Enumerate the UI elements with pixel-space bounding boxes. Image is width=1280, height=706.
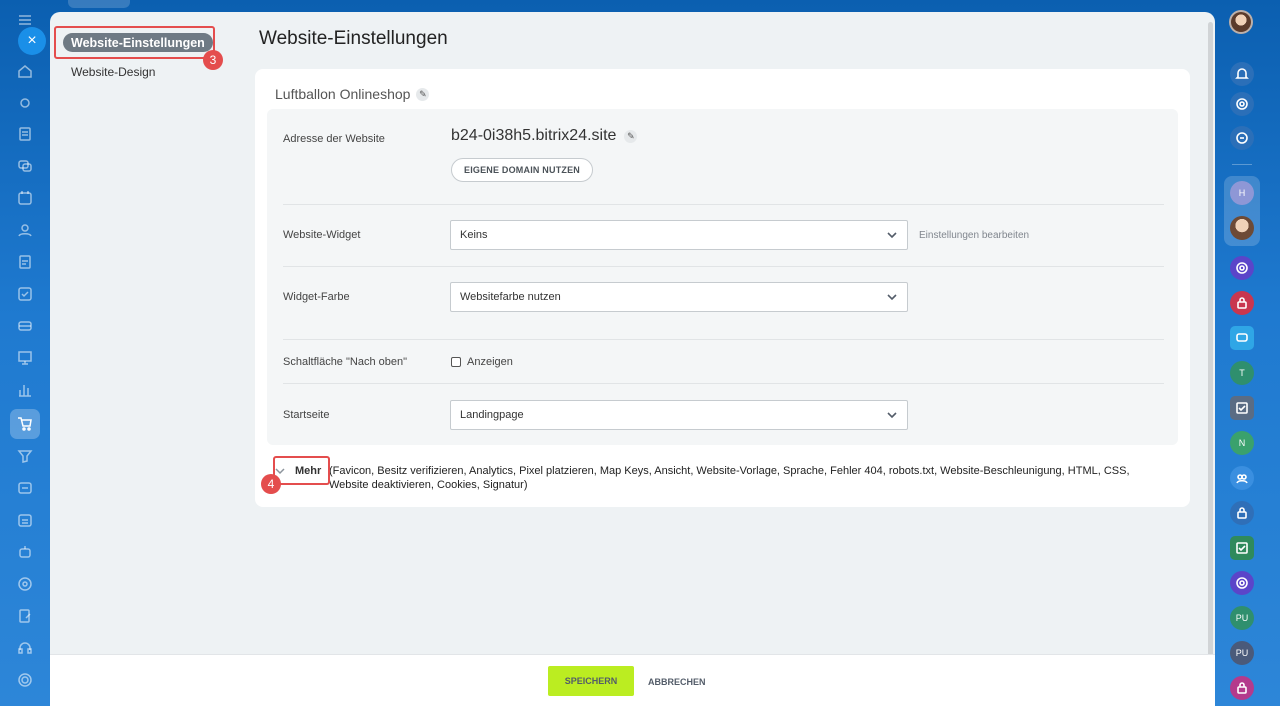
chart-icon[interactable] [13,378,37,402]
pencil-icon[interactable]: ✎ [416,87,430,101]
widget-color-value: Websitefarbe nutzen [460,291,561,303]
cancel-button[interactable]: ABBRECHEN [648,677,706,687]
task-icon[interactable] [1230,396,1254,420]
media-icon[interactable] [13,476,37,500]
pencil-icon[interactable]: ✎ [624,129,638,143]
target-chat-icon[interactable] [1230,256,1254,280]
group-chat-icon[interactable] [1230,466,1254,490]
presentation-icon[interactable] [13,346,37,370]
lock-icon-2[interactable] [1230,501,1254,525]
checkbox-label: Anzeigen [467,356,513,368]
funnel-icon[interactable] [13,444,37,468]
settings-card: Luftballon Onlineshop ✎ Adresse der Webs… [255,69,1190,507]
widget-color-label: Widget-Farbe [283,291,350,303]
chat-avatar-t[interactable]: T [1230,361,1254,385]
page-title: Website-Einstellungen [259,28,448,49]
side-nav-item-website-design[interactable]: Website-Design [71,65,155,79]
step-badge-3: 3 [203,50,223,70]
home-icon[interactable] [13,59,37,83]
address-value: b24-0i38h5.bitrix24.site ✎ [451,127,638,145]
save-button[interactable]: SPEICHERN [548,666,634,696]
widget-select[interactable]: Keins [450,220,908,250]
site-name: Luftballon Onlineshop ✎ [275,86,430,102]
calendar-icon[interactable] [13,186,37,210]
target-icon[interactable] [1230,92,1254,116]
highlight-box-step-4 [273,456,330,485]
card-icon[interactable] [13,314,37,338]
address-text: b24-0i38h5.bitrix24.site [451,127,617,144]
top-tab[interactable] [68,0,130,8]
file-icon[interactable] [13,250,37,274]
search-chat-icon[interactable] [1230,126,1254,150]
chat-avatar-n[interactable]: N [1230,431,1254,455]
widget-color-select[interactable]: Websitefarbe nutzen [450,282,908,312]
settings-icon[interactable] [13,668,37,692]
divider [283,383,1164,384]
lock-icon-3[interactable] [1230,676,1254,700]
widget-settings-link[interactable]: Einstellungen bearbeiten [919,230,1029,241]
settings-inner-box: Adresse der Website b24-0i38h5.bitrix24.… [267,109,1178,445]
task-icon-2[interactable] [1230,536,1254,560]
back-to-top-label: Schaltfläche "Nach oben" [283,356,407,368]
left-rail [0,0,50,706]
headset-icon[interactable] [13,636,37,660]
checkbox-icon[interactable] [13,282,37,306]
divider [283,339,1164,340]
footer-bar: SPEICHERN ABBRECHEN [50,654,1215,706]
step-badge-4: 4 [261,474,281,494]
chat-bubble-icon[interactable] [1230,326,1254,350]
widget-select-value: Keins [460,229,488,241]
start-page-label: Startseite [283,409,330,421]
highlight-box-step-3 [54,26,215,59]
checkbox-box[interactable] [451,357,461,367]
chat-avatar-pu[interactable]: PU [1230,606,1254,630]
close-slider-button[interactable]: × [18,27,46,55]
more-options-list: (Favicon, Besitz verifizieren, Analytics… [329,465,1130,491]
chat-avatar-h[interactable]: H [1230,181,1254,205]
settings-slider-panel: Website-Einstellungen 3 Website-Design W… [50,12,1215,706]
back-to-top-checkbox[interactable]: Anzeigen [451,356,513,368]
widget-label: Website-Widget [283,229,361,241]
own-domain-button[interactable]: EIGENE DOMAIN NUTZEN [451,158,594,182]
puzzle-icon[interactable] [13,91,37,115]
close-icon: × [27,32,37,49]
scrollbar[interactable] [1208,22,1213,692]
robot-icon[interactable] [13,540,37,564]
divider [283,266,1164,267]
start-page-select[interactable]: Landingpage [450,400,908,430]
chevron-down-icon [886,229,898,241]
divider [283,204,1164,205]
chat-avatar-photo[interactable] [1230,216,1254,240]
side-nav: Website-Einstellungen 3 Website-Design [50,12,240,706]
start-page-value: Landingpage [460,409,524,421]
contacts-icon[interactable] [13,218,37,242]
chat-avatar-pu-2[interactable]: PU [1230,641,1254,665]
right-rail: H T N PU PU [1214,0,1280,706]
document-icon[interactable] [13,122,37,146]
target-icon[interactable] [13,572,37,596]
site-name-text: Luftballon Onlineshop [275,86,411,102]
right-rail-divider [1232,164,1252,165]
calendar-grid-icon[interactable] [13,508,37,532]
bell-icon[interactable] [1230,62,1254,86]
target-chat-icon-2[interactable] [1230,571,1254,595]
lock-icon[interactable] [1230,291,1254,315]
chevron-down-icon [886,409,898,421]
chevron-down-icon [886,291,898,303]
user-avatar[interactable] [1229,10,1253,34]
edit-doc-icon[interactable] [13,604,37,628]
cart-icon[interactable] [13,412,37,436]
address-label: Adresse der Website [283,133,385,145]
chat-icon[interactable] [13,154,37,178]
